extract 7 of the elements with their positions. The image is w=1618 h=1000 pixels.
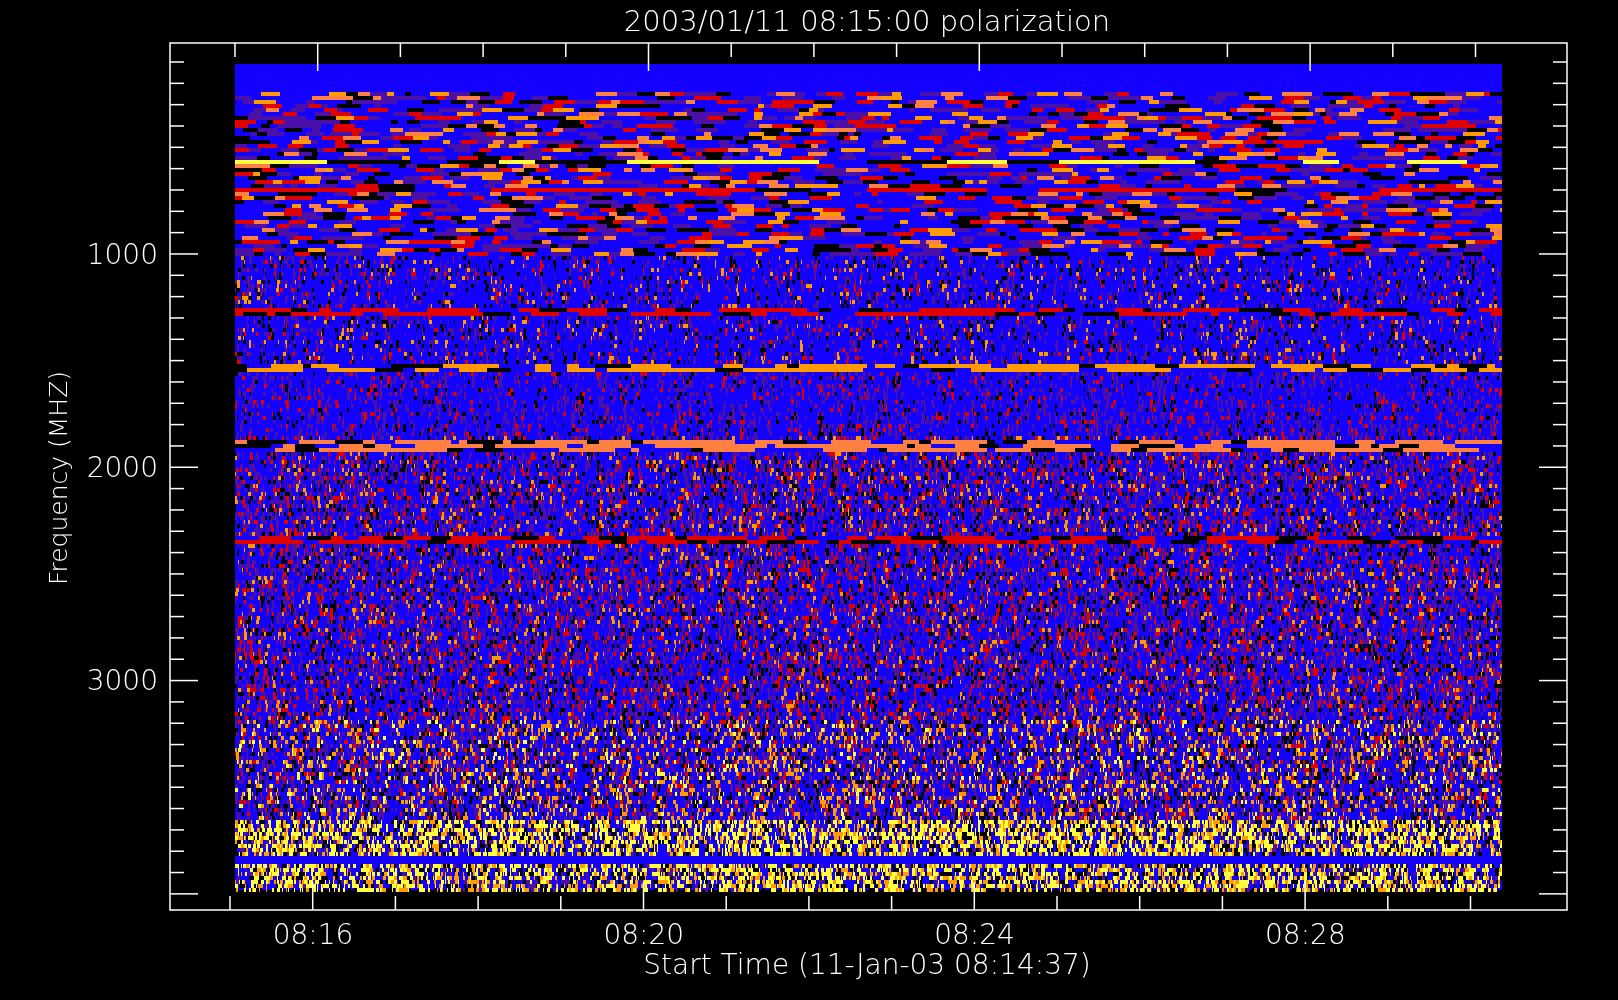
x-tick-label: 08:16 [272,917,354,951]
y-tick-label: 3000 [86,664,158,698]
y-tick-label: 2000 [86,450,158,484]
y-axis-label: Frequency (MHZ) [43,370,73,586]
y-tick-label: 1000 [86,237,158,271]
chart-title: 2003/01/11 08:15:00 polarization [623,4,1111,38]
x-tick-label: 08:28 [1265,917,1346,951]
